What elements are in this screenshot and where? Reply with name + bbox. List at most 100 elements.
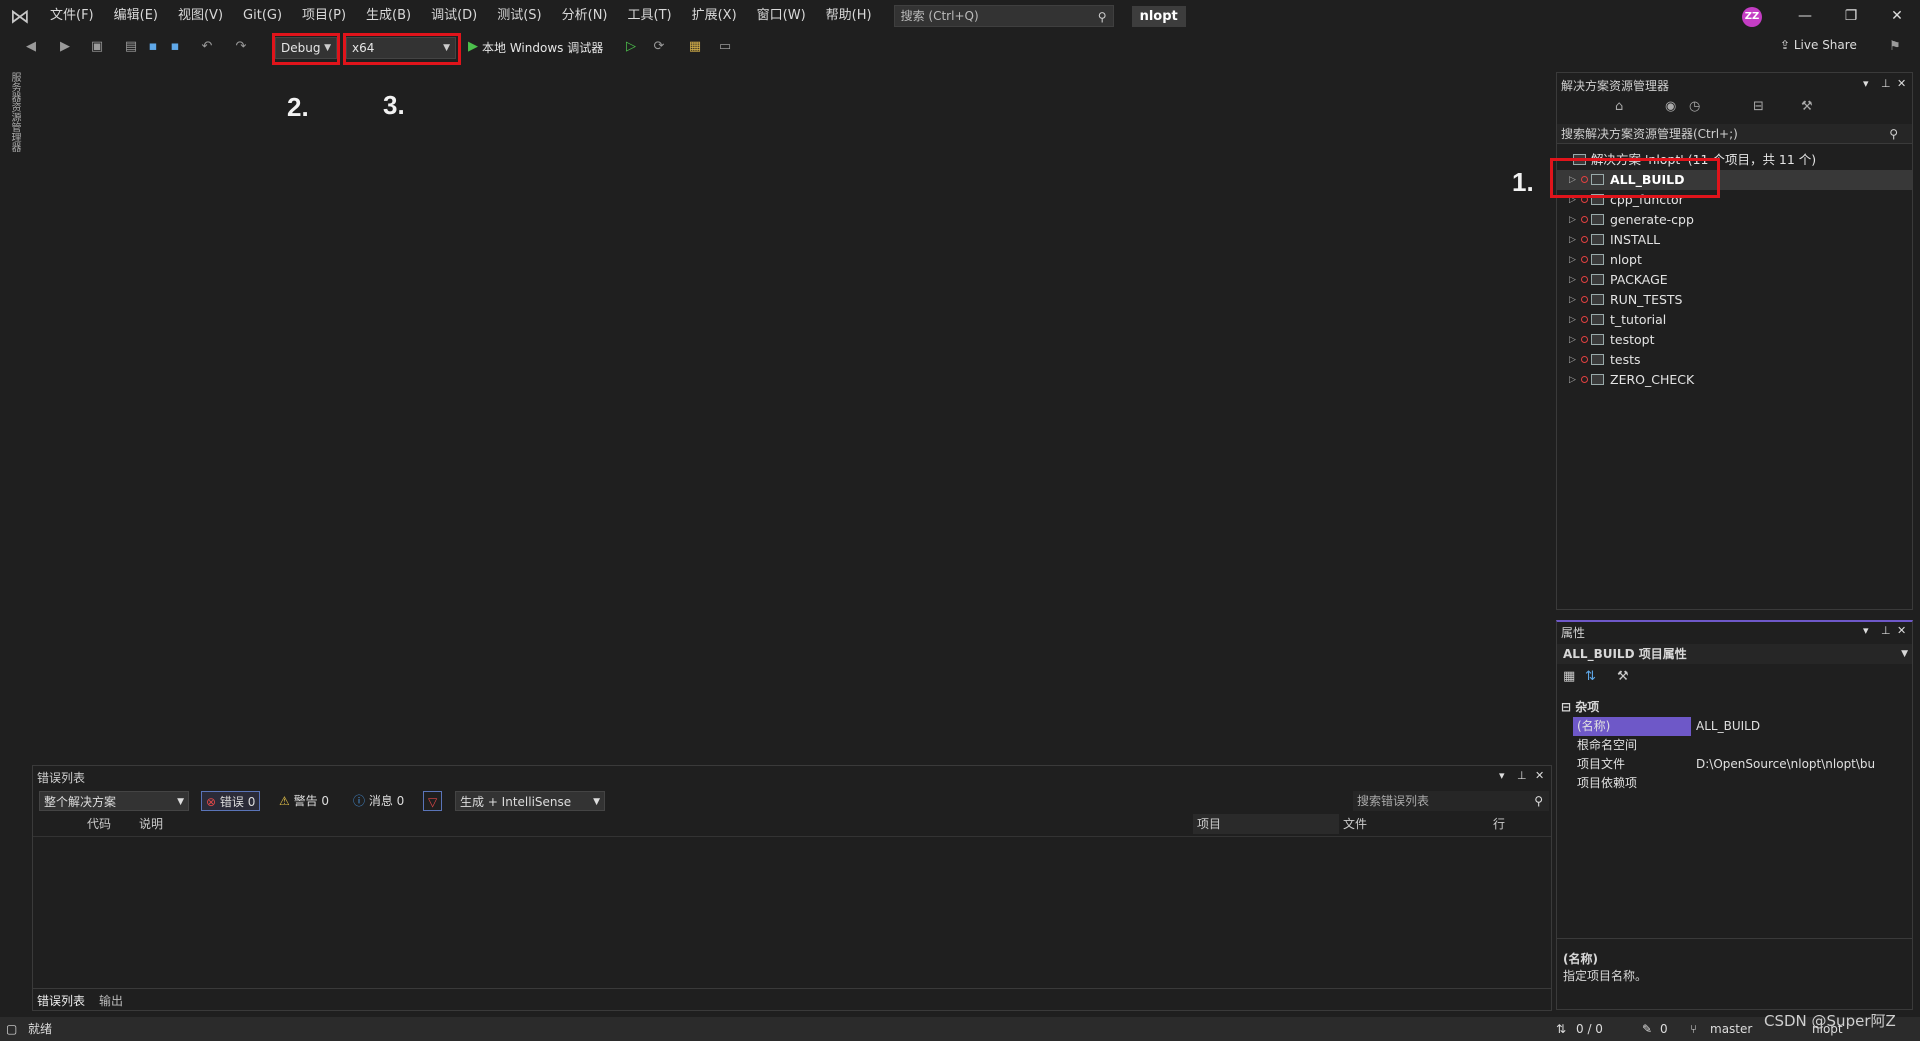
- menu-edit[interactable]: 编辑(E): [104, 0, 168, 32]
- source-dropdown[interactable]: 生成 + IntelliSense ▼: [455, 791, 605, 811]
- property-category[interactable]: ⊟ 杂项: [1561, 698, 1599, 715]
- tree-project-item[interactable]: ▷ RUN_TESTS: [1557, 290, 1912, 310]
- restore-icon[interactable]: ❐: [1828, 0, 1874, 32]
- property-row[interactable]: (名称) ALL_BUILD: [1573, 717, 1913, 736]
- messages-filter-button[interactable]: ⓘ 消息 0: [349, 791, 408, 811]
- tab-output[interactable]: 输出: [99, 992, 123, 1009]
- error-search-input[interactable]: 搜索错误列表 ⚲: [1353, 791, 1549, 811]
- start-debug-icon[interactable]: ▶: [464, 38, 482, 56]
- layout-icon[interactable]: ▭: [716, 38, 734, 56]
- collapse-all-icon[interactable]: ⊟: [1753, 99, 1764, 114]
- tree-project-item[interactable]: ▷ ZERO_CHECK: [1557, 370, 1912, 390]
- menu-tools[interactable]: 工具(T): [618, 0, 682, 32]
- menu-git[interactable]: Git(G): [233, 0, 292, 32]
- feedback-icon[interactable]: ⚑: [1886, 38, 1904, 56]
- save-icon[interactable]: ▪: [144, 38, 162, 56]
- properties-wrench-icon[interactable]: ⚒: [1801, 99, 1813, 114]
- menu-window[interactable]: 窗口(W): [747, 0, 816, 32]
- expand-icon[interactable]: ▷: [1569, 330, 1576, 350]
- property-row[interactable]: 根命名空间: [1573, 736, 1913, 755]
- properties-object-selector[interactable]: ALL_BUILD 项目属性 ▼: [1557, 644, 1912, 664]
- pin-icon[interactable]: ⊥: [1881, 624, 1891, 637]
- expand-icon[interactable]: ▷: [1569, 230, 1576, 250]
- tree-project-item[interactable]: ▷ t_tutorial: [1557, 310, 1912, 330]
- chevron-down-icon[interactable]: ▾: [1863, 624, 1869, 637]
- solution-search-input[interactable]: 搜索解决方案资源管理器(Ctrl+;) ⚲: [1557, 124, 1912, 144]
- errors-filter-button[interactable]: ⊗ 错误 0: [201, 791, 261, 811]
- warnings-filter-button[interactable]: ⚠ 警告 0: [275, 791, 333, 811]
- status-branch[interactable]: master: [1710, 1017, 1752, 1041]
- column-code[interactable]: 代码: [87, 814, 111, 834]
- property-value[interactable]: D:\OpenSource\nlopt\nlopt\bu: [1696, 755, 1912, 774]
- tree-project-item[interactable]: ▷ nlopt: [1557, 250, 1912, 270]
- server-explorer-tab[interactable]: 服务器资源管理器: [8, 72, 22, 172]
- menu-analyze[interactable]: 分析(N): [552, 0, 618, 32]
- tab-error-list[interactable]: 错误列表: [37, 992, 85, 1009]
- start-without-debug-icon[interactable]: ▷: [622, 38, 640, 56]
- expand-icon[interactable]: ▷: [1569, 270, 1576, 290]
- status-lines[interactable]: 0 / 0: [1576, 1017, 1603, 1041]
- column-description[interactable]: 说明: [139, 814, 163, 834]
- minimize-icon[interactable]: —: [1782, 0, 1828, 32]
- menu-project[interactable]: 项目(P): [292, 0, 356, 32]
- tree-project-item[interactable]: ▷ INSTALL: [1557, 230, 1912, 250]
- tree-project-item[interactable]: ▷ PACKAGE: [1557, 270, 1912, 290]
- errors-count: 错误 0: [219, 795, 256, 809]
- back-icon[interactable]: ◀: [22, 38, 40, 56]
- filter-icon[interactable]: ▽: [423, 791, 443, 811]
- menu-debug[interactable]: 调试(D): [421, 0, 487, 32]
- chevron-down-icon[interactable]: ▾: [1863, 77, 1869, 90]
- menu-view[interactable]: 视图(V): [168, 0, 233, 32]
- property-value[interactable]: ALL_BUILD: [1696, 717, 1912, 736]
- redo-icon[interactable]: ↷: [232, 38, 250, 56]
- search-placeholder: 搜索 (Ctrl+Q): [900, 9, 979, 23]
- pin-icon[interactable]: ⊥: [1881, 77, 1891, 90]
- status-edits[interactable]: 0: [1660, 1017, 1668, 1041]
- close-icon[interactable]: ✕: [1874, 0, 1920, 32]
- start-debug-button[interactable]: 本地 Windows 调试器: [482, 37, 603, 59]
- expand-icon[interactable]: ▷: [1569, 290, 1576, 310]
- search-input[interactable]: 搜索 (Ctrl+Q) ⚲: [893, 5, 1114, 27]
- home-icon[interactable]: ⌂: [1615, 99, 1623, 114]
- property-row[interactable]: 项目依赖项: [1573, 774, 1913, 793]
- column-project[interactable]: 项目: [1193, 814, 1339, 834]
- close-icon[interactable]: ✕: [1897, 624, 1906, 637]
- open-folder-icon[interactable]: ▤: [122, 38, 140, 56]
- annotation-box-platform: [343, 33, 461, 65]
- menu-test[interactable]: 测试(S): [487, 0, 551, 32]
- column-line[interactable]: 行: [1493, 814, 1505, 834]
- save-all-icon[interactable]: ▪: [166, 38, 184, 56]
- browse-icon[interactable]: ▦: [686, 38, 704, 56]
- menu-extensions[interactable]: 扩展(X): [682, 0, 747, 32]
- user-avatar[interactable]: ZZ: [1742, 7, 1762, 27]
- expand-icon[interactable]: ▷: [1569, 210, 1576, 230]
- new-project-icon[interactable]: ▣: [88, 38, 106, 56]
- column-file[interactable]: 文件: [1343, 814, 1367, 834]
- close-icon[interactable]: ✕: [1897, 77, 1906, 90]
- expand-icon[interactable]: ▷: [1569, 310, 1576, 330]
- tree-project-item[interactable]: ▷ generate-cpp: [1557, 210, 1912, 230]
- property-pages-icon[interactable]: ⚒: [1617, 669, 1629, 684]
- expand-icon[interactable]: ▷: [1569, 350, 1576, 370]
- property-row[interactable]: 项目文件 D:\OpenSource\nlopt\nlopt\bu: [1573, 755, 1913, 774]
- pin-icon[interactable]: ⊥: [1517, 769, 1527, 782]
- alphabetical-icon[interactable]: ⇅: [1585, 669, 1596, 684]
- scope-value: 整个解决方案: [44, 795, 117, 809]
- live-share-button[interactable]: ⇪ Live Share: [1780, 38, 1857, 52]
- chevron-down-icon[interactable]: ▾: [1499, 769, 1505, 782]
- close-icon[interactable]: ✕: [1535, 769, 1544, 782]
- history-icon[interactable]: ◷: [1689, 99, 1700, 114]
- expand-icon[interactable]: ▷: [1569, 250, 1576, 270]
- menu-file[interactable]: 文件(F): [40, 0, 104, 32]
- hot-reload-icon[interactable]: ⟳: [650, 38, 668, 56]
- menu-build[interactable]: 生成(B): [356, 0, 421, 32]
- tree-project-item[interactable]: ▷ testopt: [1557, 330, 1912, 350]
- sync-icon[interactable]: ◉: [1665, 99, 1676, 114]
- expand-icon[interactable]: ▷: [1569, 370, 1576, 390]
- tree-project-item[interactable]: ▷ tests: [1557, 350, 1912, 370]
- menu-help[interactable]: 帮助(H): [816, 0, 882, 32]
- forward-icon[interactable]: ▶: [56, 38, 74, 56]
- scope-dropdown[interactable]: 整个解决方案 ▼: [39, 791, 189, 811]
- undo-icon[interactable]: ↶: [198, 38, 216, 56]
- categorized-icon[interactable]: ▦: [1563, 669, 1575, 684]
